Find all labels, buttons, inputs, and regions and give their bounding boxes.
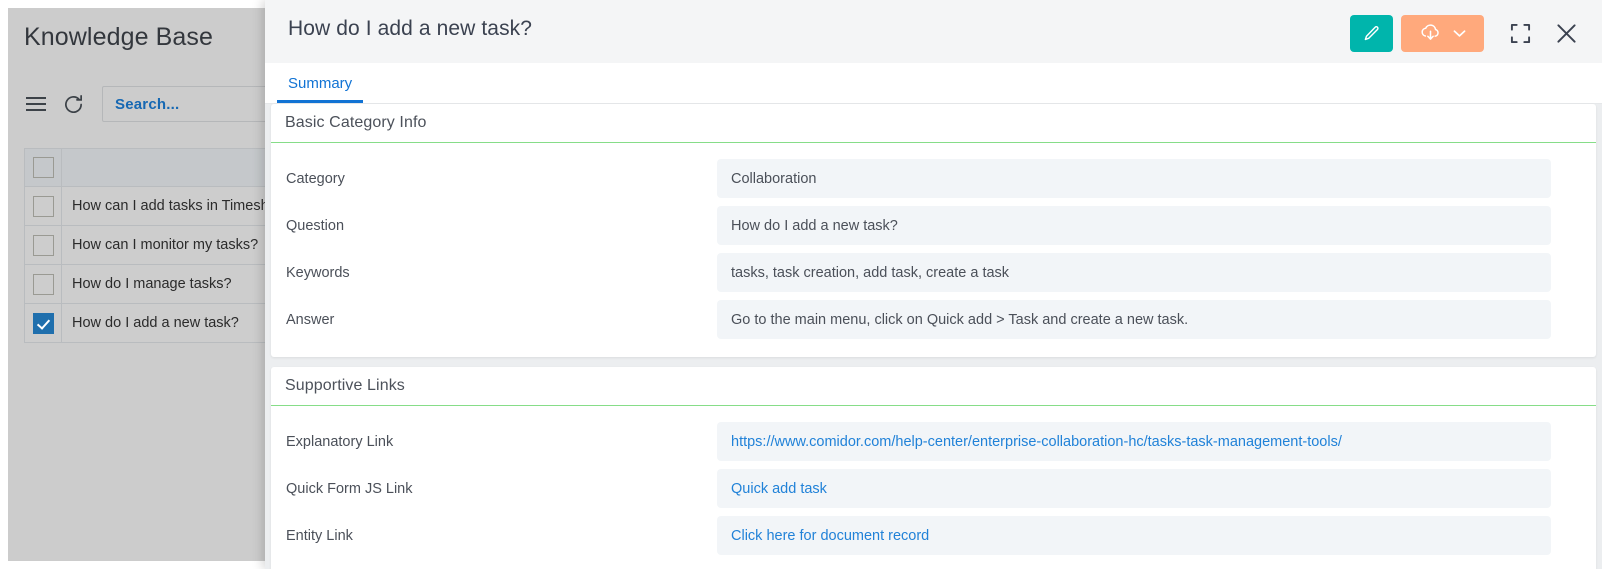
section-basic-category-info: Basic Category Info Category Collaborati… — [271, 104, 1596, 357]
section-supportive-links: Supportive Links Explanatory Link https:… — [271, 367, 1596, 569]
section-title: Supportive Links — [271, 367, 1596, 406]
field-value-keywords: tasks, task creation, add task, create a… — [717, 253, 1551, 292]
row-checkbox[interactable] — [32, 195, 54, 217]
cloud-download-icon — [1419, 23, 1442, 44]
row-checkbox-checked[interactable] — [32, 312, 54, 334]
field-value-entity-link[interactable]: Click here for document record — [717, 516, 1551, 555]
tab-summary[interactable]: Summary — [277, 63, 364, 103]
row-checkbox[interactable] — [32, 273, 54, 295]
row-checkbox[interactable] — [32, 234, 54, 256]
panel-title: How do I add a new task? — [288, 17, 533, 40]
field-value-answer: Go to the main menu, click on Quick add … — [717, 300, 1551, 339]
close-x-icon[interactable] — [1546, 13, 1586, 53]
field-label: Category — [286, 170, 345, 187]
select-all-checkbox[interactable] — [32, 157, 54, 178]
row-select-cell[interactable] — [25, 187, 62, 225]
page-title: Knowledge Base — [24, 23, 214, 51]
chevron-down-icon — [1453, 29, 1466, 38]
pencil-icon — [1363, 25, 1380, 42]
panel-header: How do I add a new task? — [265, 0, 1602, 63]
row-select-cell[interactable] — [25, 304, 62, 342]
field-row-quick-form-js-link: Quick Form JS Link Quick add task — [271, 465, 1596, 512]
section-title: Basic Category Info — [271, 104, 1596, 143]
field-label: Answer — [286, 311, 335, 328]
search-placeholder: Search... — [115, 95, 180, 113]
field-row-entity-link: Entity Link Click here for document reco… — [271, 512, 1596, 559]
row-select-cell[interactable] — [25, 265, 62, 303]
download-button[interactable] — [1401, 14, 1484, 52]
field-label: Keywords — [286, 264, 350, 281]
panel-tabbar: Summary — [265, 63, 1602, 104]
field-row-explanatory-link: Explanatory Link https://www.comidor.com… — [271, 418, 1596, 465]
panel-header-actions — [1350, 13, 1586, 53]
row-select-cell[interactable] — [25, 226, 62, 264]
edit-button[interactable] — [1350, 14, 1393, 52]
field-row-category: Category Collaboration — [271, 155, 1596, 202]
field-label: Quick Form JS Link — [286, 480, 413, 497]
field-label: Entity Link — [286, 527, 353, 544]
field-row-keywords: Keywords tasks, task creation, add task,… — [271, 249, 1596, 296]
section-fields: Category Collaboration Question How do I… — [271, 143, 1596, 357]
field-label: Explanatory Link — [286, 433, 394, 450]
field-row-question: Question How do I add a new task? — [271, 202, 1596, 249]
record-detail-panel: How do I add a new task? Summary Basic C… — [265, 0, 1602, 569]
fullscreen-expand-icon[interactable] — [1500, 13, 1540, 53]
field-value-category: Collaboration — [717, 159, 1551, 198]
tab-label: Summary — [288, 74, 353, 92]
panel-body: Basic Category Info Category Collaborati… — [265, 104, 1602, 569]
field-value-question: How do I add a new task? — [717, 206, 1551, 245]
section-fields: Explanatory Link https://www.comidor.com… — [271, 406, 1596, 569]
field-row-answer: Answer Go to the main menu, click on Qui… — [271, 296, 1596, 343]
field-label: Question — [286, 217, 345, 234]
field-value-quick-form-js-link[interactable]: Quick add task — [717, 469, 1551, 508]
select-all-cell[interactable] — [25, 149, 62, 186]
field-value-explanatory-link[interactable]: https://www.comidor.com/help-center/ente… — [717, 422, 1551, 461]
hamburger-menu-icon[interactable] — [24, 92, 48, 116]
refresh-icon[interactable] — [61, 92, 85, 116]
